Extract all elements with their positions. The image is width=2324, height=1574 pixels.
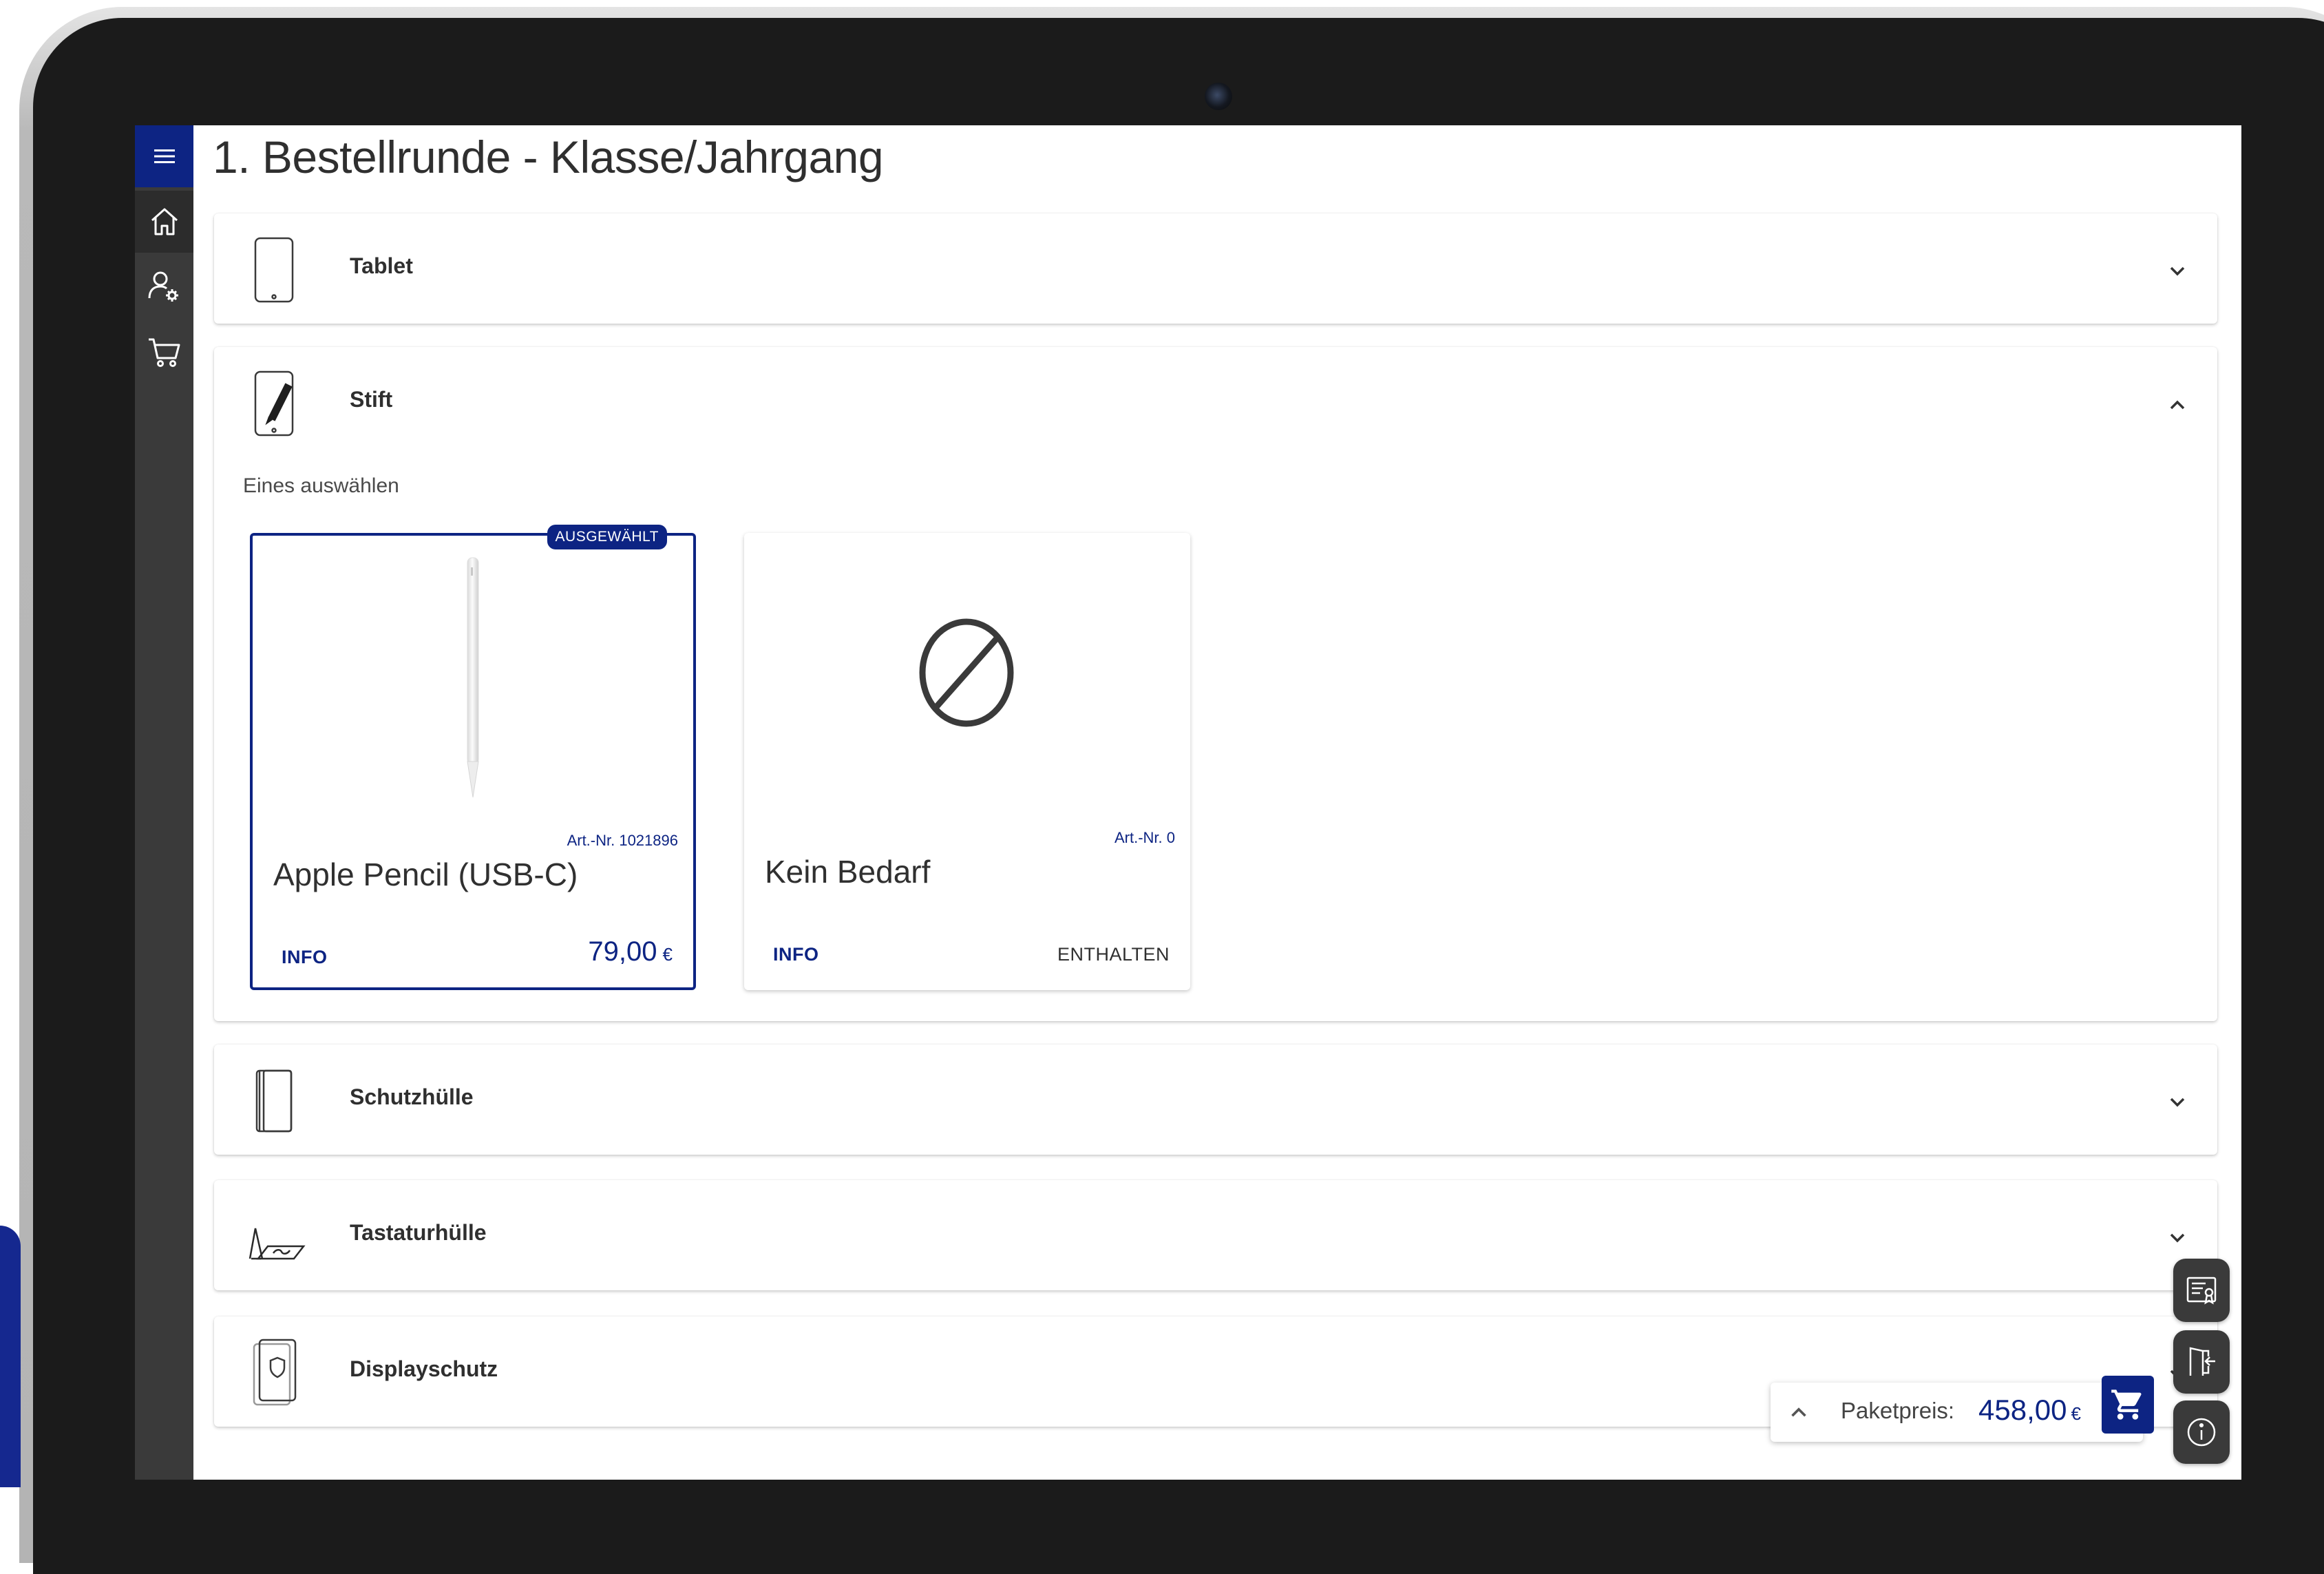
- info-icon: [2187, 1418, 2216, 1447]
- apple-pencil-image: [467, 557, 479, 798]
- pen-tablet-icon: [254, 370, 294, 437]
- package-price-bar: Paketpreis: 458,00 €: [1771, 1376, 2154, 1442]
- documents-button[interactable]: [2173, 1259, 2230, 1322]
- chevron-down-icon[interactable]: [2164, 1224, 2191, 1252]
- category-panel-tablet: Tablet: [214, 213, 2217, 324]
- category-title: Tastaturhülle: [350, 1220, 487, 1245]
- category-header-schutzhuelle[interactable]: Schutzhülle: [214, 1045, 2217, 1158]
- chevron-up-icon[interactable]: [2164, 391, 2191, 419]
- background-accent: [0, 1226, 21, 1487]
- keyboard-case-icon: [249, 1228, 306, 1260]
- menu-button[interactable]: [135, 125, 193, 187]
- product-price: 79,00 €: [588, 936, 673, 967]
- shopping-cart-icon: [2111, 1389, 2142, 1420]
- checkout-cart-button[interactable]: [2102, 1376, 2154, 1434]
- package-price-total: 458,00 €: [1978, 1394, 2081, 1426]
- sidebar-item-cart[interactable]: [135, 322, 193, 384]
- product-card-apple-pencil[interactable]: AUSGEWÄHLT Art.-Nr. 1021896 Apple Pencil: [250, 525, 696, 990]
- included-label: ENTHALTEN: [1057, 944, 1170, 965]
- product-name: Kein Bedarf: [765, 854, 931, 890]
- category-panel-stift: Stift Eines auswählen AUSGEWÄHLT Art.-Nr…: [214, 347, 2217, 1021]
- chevron-down-icon[interactable]: [2164, 258, 2191, 285]
- sidebar: [135, 125, 193, 1480]
- chevron-down-icon[interactable]: [2164, 1089, 2191, 1116]
- certificate-list-icon: [2186, 1277, 2217, 1305]
- category-title: Tablet: [350, 253, 413, 278]
- webcam: [1205, 83, 1232, 110]
- selection-hint: Eines auswählen: [243, 474, 399, 497]
- product-card-kein-bedarf[interactable]: Art.-Nr. 0 Kein Bedarf INFO ENTHALTEN: [744, 533, 1190, 990]
- product-name: Apple Pencil (USB-C): [273, 857, 578, 892]
- hamburger-menu-icon: [154, 149, 175, 163]
- chevron-up-icon[interactable]: [1784, 1398, 1813, 1427]
- tablet-icon: [254, 237, 294, 303]
- article-number: Art.-Nr. 1021896: [567, 832, 678, 849]
- category-header-tastaturhuelle[interactable]: Tastaturhülle: [214, 1180, 2217, 1294]
- category-header-tablet[interactable]: Tablet: [214, 213, 2217, 327]
- package-price-label: Paketpreis:: [1841, 1398, 1955, 1423]
- article-number: Art.-Nr. 0: [1114, 829, 1175, 846]
- logout-button[interactable]: [2173, 1330, 2230, 1394]
- sidebar-item-account[interactable]: [135, 256, 193, 318]
- category-panel-tastaturhuelle: Tastaturhülle: [214, 1180, 2217, 1290]
- user-settings-icon: [148, 271, 178, 302]
- case-icon: [255, 1069, 293, 1133]
- selected-badge: AUSGEWÄHLT: [547, 525, 667, 549]
- logout-door-icon: [2189, 1347, 2215, 1376]
- info-button[interactable]: INFO: [773, 944, 819, 965]
- screen-protector-icon: [253, 1339, 297, 1406]
- category-header-stift[interactable]: Stift: [214, 347, 2217, 461]
- info-fab-button[interactable]: [2173, 1400, 2230, 1464]
- cart-icon: [148, 338, 180, 367]
- category-title: Stift: [350, 387, 393, 412]
- category-title: Displayschutz: [350, 1356, 498, 1381]
- info-button[interactable]: INFO: [282, 947, 328, 968]
- category-panel-schutzhuelle: Schutzhülle: [214, 1045, 2217, 1155]
- home-icon: [151, 208, 178, 235]
- no-entry-icon: [919, 618, 1014, 727]
- main-content: 1. Bestellrunde - Klasse/Jahrgang Tablet: [193, 125, 2241, 1480]
- sidebar-item-home[interactable]: [135, 191, 193, 253]
- app-screen: 1. Bestellrunde - Klasse/Jahrgang Tablet: [135, 125, 2241, 1480]
- page-title: 1. Bestellrunde - Klasse/Jahrgang: [213, 132, 884, 182]
- category-title: Schutzhülle: [350, 1084, 474, 1109]
